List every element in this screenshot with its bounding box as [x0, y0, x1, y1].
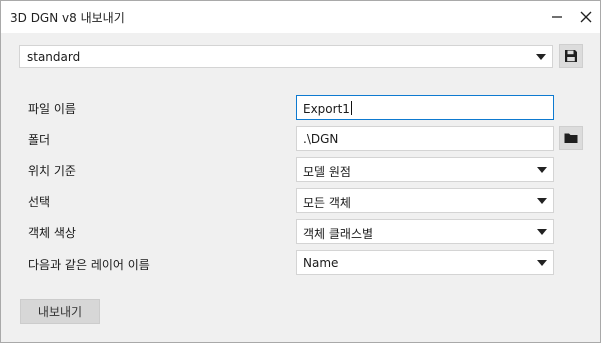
- chevron-down-icon: [537, 229, 547, 235]
- text-caret: [350, 101, 352, 115]
- position-basis-dropdown[interactable]: 모델 원점: [296, 157, 554, 182]
- layer-name-label: 다음과 같은 레이어 이름: [28, 258, 150, 272]
- selection-label: 선택: [28, 195, 51, 209]
- browse-folder-button[interactable]: [559, 126, 583, 150]
- object-color-dropdown[interactable]: 객체 클래스별: [296, 219, 554, 244]
- file-name-label: 파일 이름: [28, 102, 76, 116]
- export-button-label: 내보내기: [37, 305, 83, 319]
- export-button[interactable]: 내보내기: [20, 299, 100, 324]
- folder-label: 폴더: [28, 133, 51, 147]
- chevron-down-icon: [537, 198, 547, 204]
- folder-value: .\DGN: [303, 132, 339, 146]
- dialog-content: standard 파일 이름 Export1 폴더 .\DGN 위치 기준 모델…: [1, 33, 600, 342]
- folder-icon: [564, 133, 578, 143]
- chevron-down-icon: [536, 54, 546, 60]
- layer-name-dropdown[interactable]: Name: [296, 250, 554, 275]
- save-disk-icon: [565, 50, 577, 62]
- file-name-input[interactable]: Export1: [296, 95, 554, 120]
- file-name-value: Export1: [303, 102, 350, 116]
- close-button[interactable]: [573, 5, 599, 29]
- layer-name-value: Name: [303, 256, 339, 270]
- selection-dropdown[interactable]: 모든 객체: [296, 188, 554, 213]
- chevron-down-icon: [537, 167, 547, 173]
- close-icon: [580, 11, 592, 23]
- save-profile-button[interactable]: [559, 44, 583, 68]
- minimize-icon: [552, 16, 562, 18]
- profile-dropdown[interactable]: standard: [19, 45, 553, 68]
- folder-input[interactable]: .\DGN: [296, 126, 554, 151]
- file-name-value-wrap: Export1: [303, 101, 352, 116]
- position-basis-label: 위치 기준: [28, 164, 76, 178]
- window-title: 3D DGN v8 내보내기: [10, 11, 125, 25]
- title-bar: 3D DGN v8 내보내기: [1, 1, 600, 33]
- object-color-value: 객체 클래스별: [303, 227, 374, 241]
- position-basis-value: 모델 원점: [303, 165, 351, 179]
- minimize-button[interactable]: [544, 5, 570, 29]
- object-color-label: 객체 색상: [28, 226, 76, 240]
- profile-value: standard: [27, 50, 81, 64]
- selection-value: 모든 객체: [303, 196, 351, 210]
- chevron-down-icon: [537, 260, 547, 266]
- export-dialog: 3D DGN v8 내보내기 standard 파일 이름 Export1 폴더…: [0, 0, 601, 343]
